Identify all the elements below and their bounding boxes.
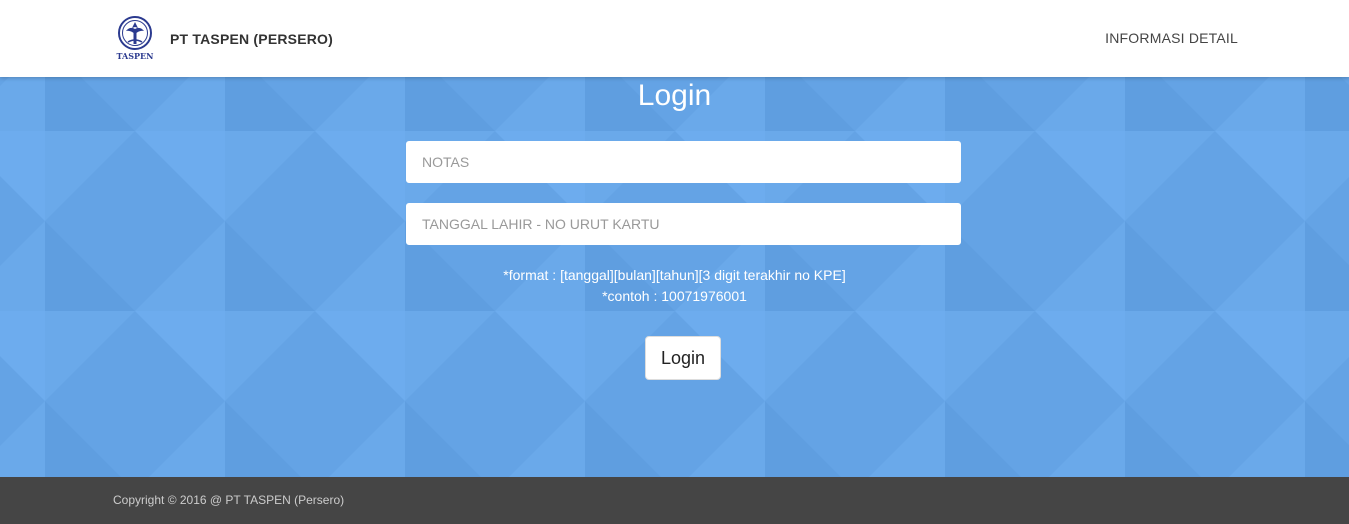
brand[interactable]: TASPEN PT TASPEN (PERSERO) (114, 15, 333, 61)
nav-link-informasi-detail[interactable]: INFORMASI DETAIL (1105, 30, 1238, 46)
login-title: Login (637, 79, 712, 112)
copyright-text: Copyright © 2016 @ PT TASPEN (Persero) (113, 493, 345, 507)
login-section: Login *format : [tanggal][bulan][tahun][… (0, 77, 1349, 477)
brand-name[interactable]: PT TASPEN (PERSERO) (170, 31, 333, 47)
notas-input[interactable] (406, 141, 961, 183)
navbar: TASPEN PT TASPEN (PERSERO) INFORMASI DET… (0, 0, 1349, 77)
format-hint: *format : [tanggal][bulan][tahun][3 digi… (503, 267, 846, 283)
login-button[interactable]: Login (645, 336, 721, 380)
taspen-logo-icon[interactable]: TASPEN (114, 15, 156, 61)
tanggal-lahir-input[interactable] (406, 203, 961, 245)
logo-text: TASPEN (117, 51, 154, 61)
example-hint: *contoh : 10071976001 (602, 288, 747, 304)
footer: Copyright © 2016 @ PT TASPEN (Persero) (0, 477, 1349, 524)
